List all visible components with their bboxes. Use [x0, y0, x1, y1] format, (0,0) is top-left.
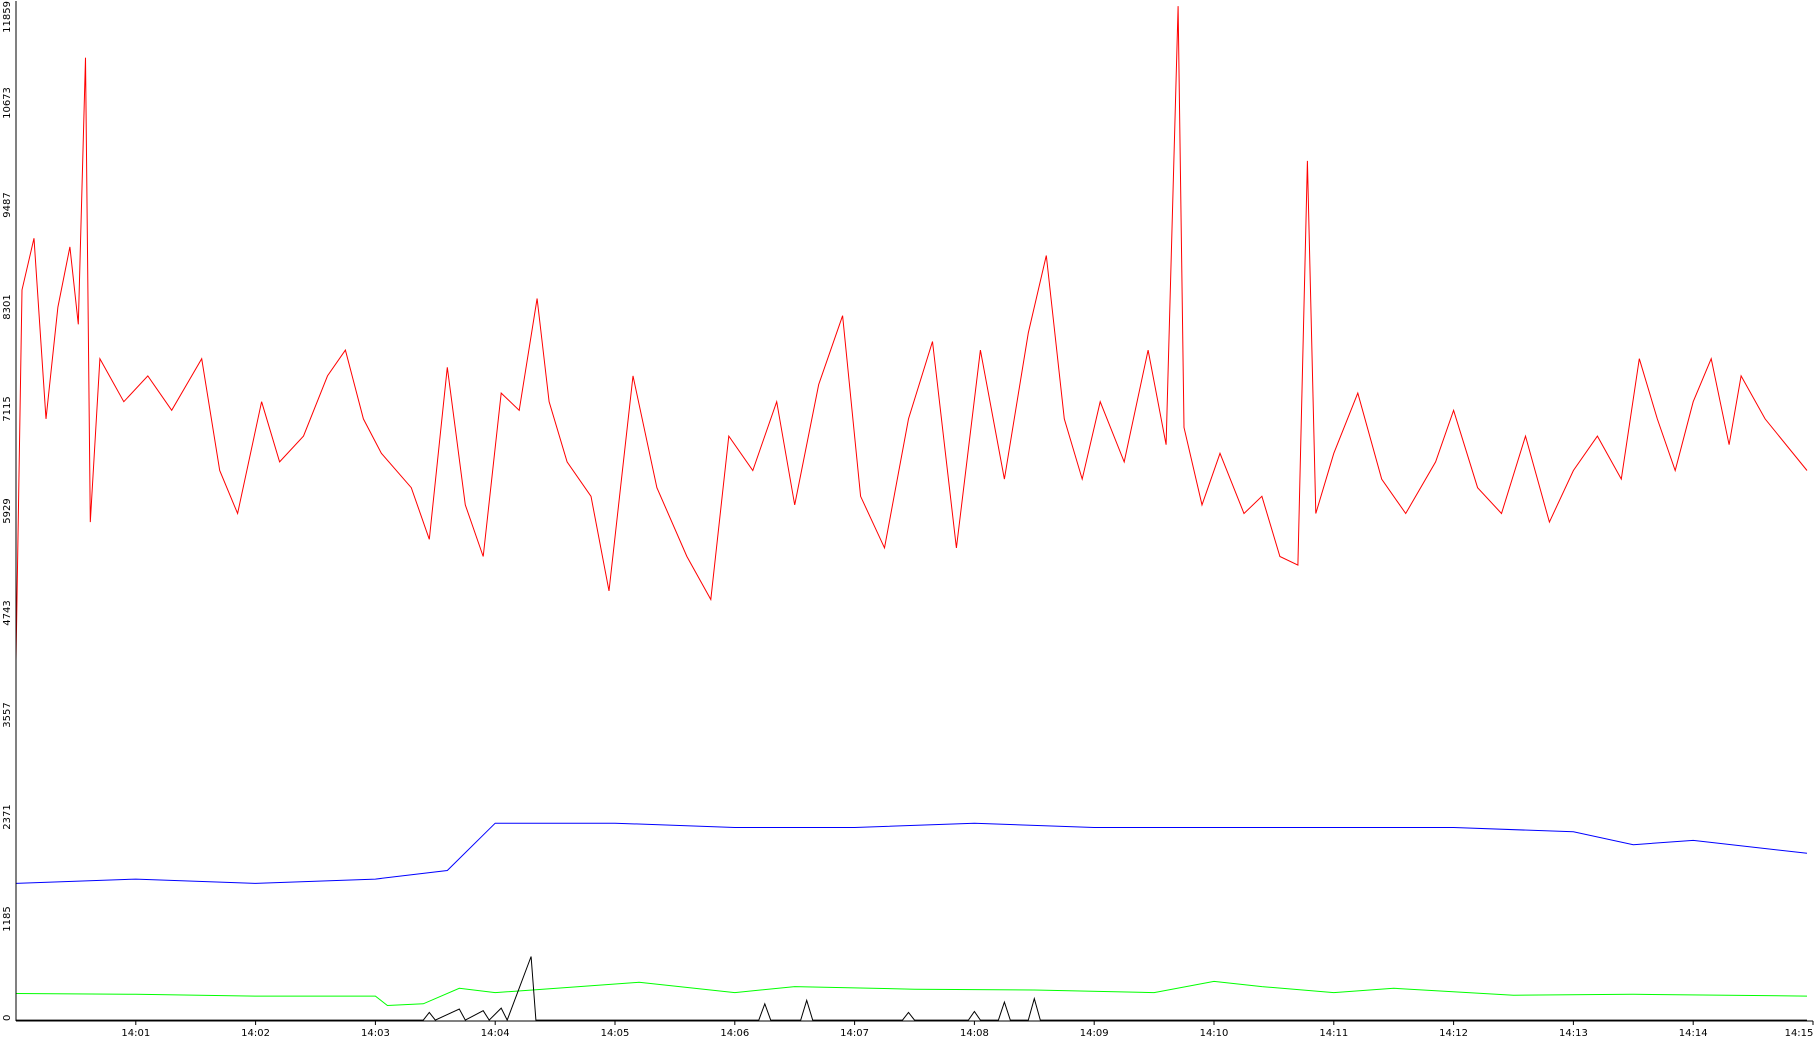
x-tick-label: 14:12 — [1439, 1028, 1468, 1039]
y-tick-label: 3557 — [2, 702, 13, 727]
y-tick-label: 7115 — [2, 396, 13, 421]
y-tick-label: 1185 — [2, 906, 13, 931]
series-line-2 — [15, 822, 1808, 884]
y-tick-label: 5929 — [2, 498, 13, 523]
x-tick-label: 14:09 — [1080, 1028, 1109, 1039]
series-line-4 — [16, 956, 1807, 1022]
y-tick-label: 0 — [2, 1015, 13, 1021]
x-tick-label: 14:10 — [1200, 1028, 1229, 1039]
y-tick-label: 8301 — [2, 294, 13, 319]
x-tick-label: 14:04 — [481, 1028, 510, 1039]
x-tick-label: 14:02 — [241, 1028, 270, 1039]
x-tick-labels: 14:01 14:02 14:03 14:04 14:05 14:06 14:07 14:08… — [121, 1021, 1814, 1039]
x-tick-label: 14:11 — [1319, 1028, 1348, 1039]
series-line-3 — [15, 980, 1808, 1007]
x-tick-label: 14:06 — [720, 1028, 749, 1039]
y-tick-labels: 0 1185 2371 3557 4743 5929 7115 8301 9487 10673 11… — [2, 1, 13, 1021]
x-tick-label: 14:14 — [1679, 1028, 1708, 1039]
series-line-1 — [15, 6, 1808, 660]
x-tick-label: 14:15 — [1785, 1028, 1814, 1039]
x-tick-label: 14:03 — [361, 1028, 390, 1039]
y-tick-label: 11859 — [2, 1, 13, 33]
y-tick-label: 2371 — [2, 804, 13, 829]
line-chart: 0 1185 2371 3557 4743 5929 7115 8301 9487 10673 11… — [2, 1, 1814, 1039]
y-tick-label: 9487 — [2, 192, 13, 217]
x-tick-label: 14:01 — [121, 1028, 150, 1039]
x-tick-label: 14:13 — [1559, 1028, 1588, 1039]
y-tick-label: 10673 — [2, 87, 13, 119]
y-tick-label: 4743 — [2, 600, 13, 625]
x-tick-label: 14:05 — [601, 1028, 630, 1039]
series-layer — [15, 6, 1808, 1022]
x-tick-label: 14:08 — [960, 1028, 989, 1039]
x-tick-label: 14:07 — [840, 1028, 869, 1039]
axis-layer — [15, 1, 1813, 1022]
